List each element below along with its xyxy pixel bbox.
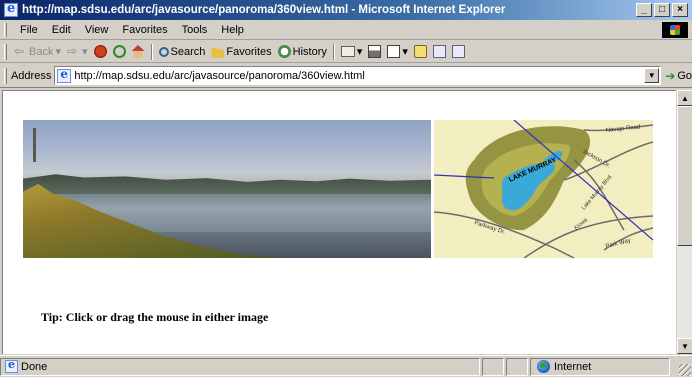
edit-button[interactable]: ▾	[384, 42, 411, 62]
zone-label: Internet	[554, 360, 592, 373]
back-label: Back	[29, 45, 54, 58]
mail-dropdown-icon[interactable]: ▾	[357, 45, 363, 58]
go-label: Go	[677, 69, 692, 82]
home-icon	[131, 45, 145, 58]
favorites-label: Favorites	[226, 45, 272, 58]
research-icon	[451, 45, 465, 58]
home-button[interactable]	[129, 42, 148, 62]
menu-bar: File Edit View Favorites Tools Help	[0, 20, 692, 40]
page-viewport: LAKE MURRAY Navajo Road Jackson Dr. Lake…	[2, 90, 676, 354]
page-icon	[57, 67, 72, 83]
address-input[interactable]	[74, 69, 661, 82]
treeline	[23, 174, 431, 194]
menu-favorites[interactable]: Favorites	[115, 24, 174, 36]
window-title: http://map.sdsu.edu/arc/javasource/panor…	[22, 4, 506, 16]
forward-dropdown-icon[interactable]: ▾	[82, 45, 88, 58]
search-button[interactable]: Search	[156, 42, 209, 62]
resize-grip[interactable]	[679, 364, 691, 376]
lake-map-image[interactable]: LAKE MURRAY Navajo Road Jackson Dr. Lake…	[434, 120, 653, 258]
window-controls: _ □ ×	[636, 3, 688, 17]
stop-icon	[93, 45, 107, 58]
forward-arrow-icon: ⇨	[67, 44, 78, 58]
security-zone: Internet	[530, 357, 670, 376]
maximize-button[interactable]: □	[654, 3, 670, 17]
marker-post	[33, 128, 36, 162]
status-text: Done	[21, 360, 48, 373]
history-button[interactable]: History	[275, 42, 330, 62]
print-button[interactable]	[365, 42, 384, 62]
panorama-image[interactable]	[23, 120, 431, 258]
history-label: History	[292, 45, 327, 58]
stop-button[interactable]	[91, 42, 110, 62]
scroll-thumb[interactable]	[677, 106, 692, 246]
go-button[interactable]: ➔ Go	[665, 69, 692, 83]
favorites-button[interactable]: Favorites	[208, 42, 274, 62]
address-label: Address	[10, 69, 52, 82]
toolbar-grip[interactable]	[4, 43, 7, 60]
forward-button[interactable]: ⇨ ▾	[64, 42, 91, 62]
scroll-up-button[interactable]: ▲	[677, 90, 692, 106]
close-button[interactable]: ×	[672, 3, 688, 17]
map-graphic: LAKE MURRAY Navajo Road Jackson Dr. Lake…	[434, 120, 653, 258]
messenger-button[interactable]	[430, 42, 449, 62]
back-button[interactable]: ⇦ Back ▾	[11, 42, 64, 62]
status-cell	[506, 357, 528, 376]
menu-view[interactable]: View	[78, 24, 116, 36]
menu-help[interactable]: Help	[214, 24, 251, 36]
back-dropdown-icon[interactable]: ▾	[55, 45, 61, 58]
search-icon	[158, 46, 169, 57]
status-cell	[482, 357, 504, 376]
edit-dropdown-icon[interactable]: ▾	[402, 45, 408, 58]
address-bar: Address ▼ ➔ Go	[0, 64, 692, 88]
status-panel: Done	[0, 357, 480, 376]
address-grip[interactable]	[4, 67, 7, 84]
search-label: Search	[170, 45, 206, 58]
toolbar-separator	[150, 43, 153, 60]
messenger-icon	[432, 45, 446, 58]
research-button[interactable]	[449, 42, 468, 62]
menu-edit[interactable]: Edit	[45, 24, 78, 36]
favorites-icon	[211, 47, 225, 58]
toolbar-separator	[332, 43, 335, 60]
mail-button[interactable]: ▾	[338, 42, 366, 62]
internet-globe-icon	[537, 360, 550, 373]
ie-icon[interactable]	[4, 1, 18, 17]
windows-logo-icon	[662, 22, 688, 38]
go-arrow-icon: ➔	[665, 68, 676, 83]
menu-grip[interactable]	[4, 22, 7, 37]
tip-text: Tip: Click or drag the mouse in either i…	[41, 310, 269, 324]
discuss-icon	[413, 45, 427, 58]
minimize-button[interactable]: _	[636, 3, 652, 17]
standard-toolbar: ⇦ Back ▾ ⇨ ▾ Search Favorites History ▾ …	[0, 41, 692, 63]
scroll-down-button[interactable]: ▼	[677, 338, 692, 354]
menu-tools[interactable]: Tools	[175, 24, 215, 36]
discuss-button[interactable]	[411, 42, 430, 62]
vertical-scrollbar[interactable]: ▲ ▼	[676, 90, 692, 354]
print-icon	[368, 45, 382, 58]
edit-icon	[387, 45, 401, 58]
mail-icon	[340, 46, 355, 57]
address-field[interactable]: ▼	[54, 66, 662, 85]
back-arrow-icon: ⇦	[14, 44, 25, 58]
menu-file[interactable]: File	[13, 24, 45, 36]
page-done-icon	[5, 358, 18, 373]
address-dropdown-icon[interactable]: ▼	[644, 68, 660, 83]
history-icon	[277, 45, 291, 58]
refresh-button[interactable]	[110, 42, 129, 62]
status-bar: Done Internet	[0, 355, 692, 377]
title-bar: http://map.sdsu.edu/arc/javasource/panor…	[0, 0, 692, 20]
refresh-icon	[112, 45, 126, 58]
